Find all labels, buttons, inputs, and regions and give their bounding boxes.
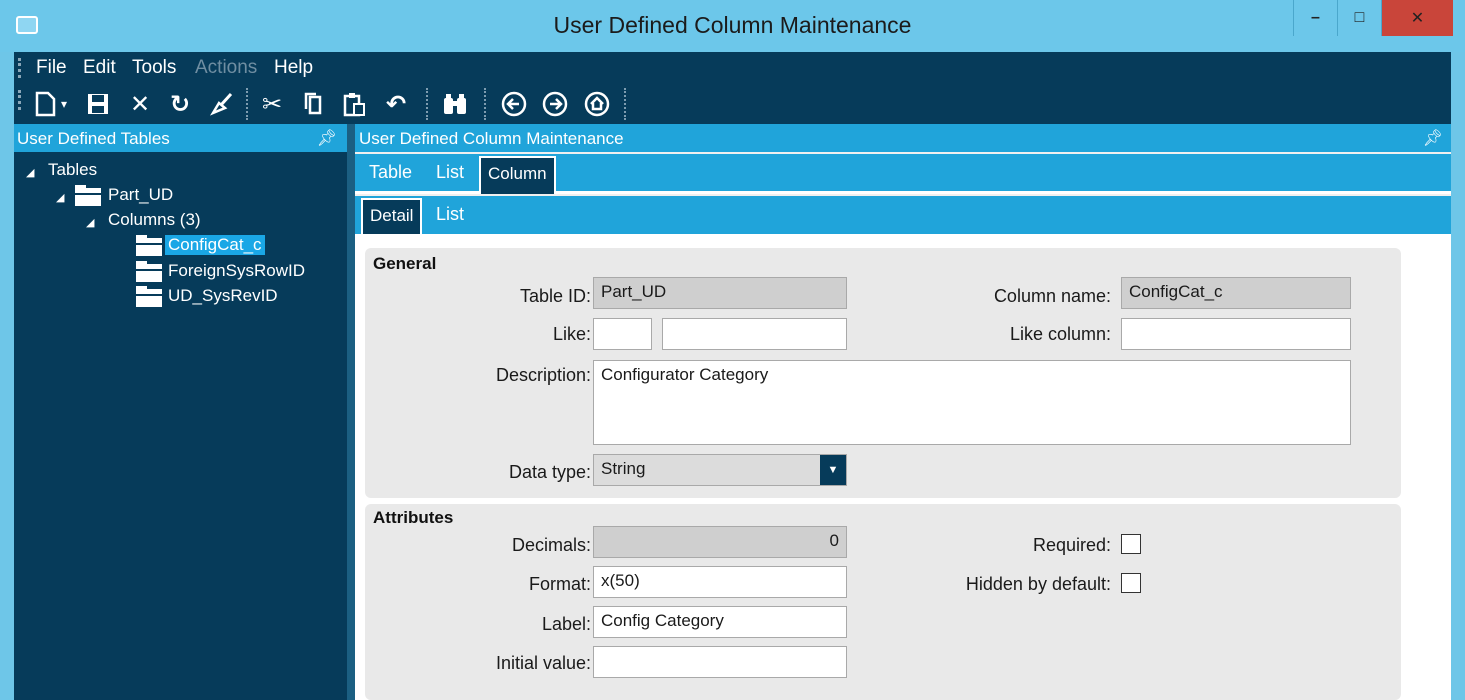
required-checkbox[interactable] (1121, 534, 1141, 554)
tree-node-tables[interactable]: Tables (48, 160, 97, 180)
panel-title: User Defined Column Maintenance (359, 129, 624, 148)
maximize-button[interactable]: □ (1337, 0, 1381, 36)
menu-actions: Actions (195, 57, 258, 78)
tab-detail[interactable]: Detail (361, 198, 423, 234)
toolbar-separator (624, 88, 626, 120)
table-id-field[interactable]: Part_UD (593, 277, 847, 309)
like-column-label: Like column: (1009, 324, 1111, 344)
delete-icon[interactable]: ✕ (126, 90, 154, 118)
data-type-combo[interactable]: String (593, 454, 847, 486)
attributes-group: Attributes Decimals: 0 Required: Format:… (365, 504, 1401, 700)
panel-title: User Defined Tables (17, 129, 170, 148)
forward-icon[interactable] (541, 90, 569, 118)
title-bar: User Defined Column Maintenance – □ ✕ (0, 0, 1465, 52)
hidden-label: Hidden by default: (965, 574, 1111, 594)
decimals-label: Decimals: (511, 535, 591, 555)
hidden-checkbox[interactable] (1121, 573, 1141, 593)
save-icon[interactable] (84, 90, 112, 118)
detail-content: General Table ID: Part_UD Column name: C… (355, 234, 1451, 700)
search-icon[interactable] (441, 90, 469, 118)
folder-icon (136, 286, 162, 307)
like-table-field[interactable] (593, 318, 652, 350)
paste-icon[interactable] (340, 90, 368, 118)
initial-value-field[interactable] (593, 646, 847, 678)
cut-icon[interactable]: ✂ (258, 90, 286, 118)
clear-icon[interactable] (208, 90, 236, 118)
toolbar-separator (246, 88, 248, 120)
window-title: User Defined Column Maintenance (553, 12, 912, 38)
description-label: Description: (495, 365, 591, 385)
close-button[interactable]: ✕ (1381, 0, 1453, 36)
data-type-label: Data type: (508, 462, 591, 482)
column-maintenance-panel: User Defined Column Maintenance 📌︎ Table… (355, 124, 1451, 700)
pin-icon[interactable]: 📌︎ (1423, 128, 1443, 148)
tab-list[interactable]: List (436, 162, 464, 183)
copy-icon[interactable] (300, 90, 328, 118)
table-id-label: Table ID: (519, 286, 591, 306)
toolbar-grip[interactable] (18, 90, 21, 110)
column-name-label: Column name: (993, 286, 1111, 306)
undo-icon[interactable]: ↶ (382, 90, 410, 118)
label-field[interactable]: Config Category (593, 606, 847, 638)
collapse-icon[interactable]: ◢ (86, 216, 94, 229)
menu-file[interactable]: File (36, 57, 67, 79)
refresh-icon[interactable]: ↻ (166, 90, 194, 118)
collapse-icon[interactable]: ◢ (56, 191, 64, 204)
tree-node-column[interactable]: UD_SysRevID (168, 286, 278, 306)
chevron-down-icon[interactable]: ▼ (820, 455, 846, 485)
user-defined-tables-panel: User Defined Tables 📌︎ ◢ Tables ◢ Part_U… (14, 124, 347, 700)
tree-node-column[interactable]: ForeignSysRowID (168, 261, 305, 281)
like-label: Like: (552, 324, 591, 344)
folder-icon (136, 261, 162, 282)
menu-help[interactable]: Help (274, 57, 313, 79)
pin-icon[interactable]: 📌︎ (317, 128, 337, 148)
toolbar-separator (484, 88, 486, 120)
tree-node-columns[interactable]: Columns (3) (108, 210, 201, 230)
label-label: Label: (541, 614, 591, 634)
format-label: Format: (528, 574, 591, 594)
description-field[interactable]: Configurator Category (593, 360, 1351, 445)
format-field[interactable]: x(50) (593, 566, 847, 598)
back-icon[interactable] (500, 90, 528, 118)
menu-edit[interactable]: Edit (83, 57, 116, 79)
like-column-field[interactable] (1121, 318, 1351, 350)
required-label: Required: (1032, 535, 1111, 555)
menu-grip[interactable] (18, 58, 21, 78)
sub-tab-strip: Detail List (355, 196, 1451, 234)
new-dropdown-icon[interactable]: ▾ (56, 90, 72, 118)
initial-value-label: Initial value: (495, 653, 591, 673)
menu-bar: File Edit Tools Actions Help (14, 52, 1451, 84)
group-title: General (373, 254, 437, 273)
like-field[interactable] (662, 318, 847, 350)
tree-node-table[interactable]: Part_UD (108, 185, 173, 205)
general-group: General Table ID: Part_UD Column name: C… (365, 248, 1401, 498)
toolbar: ▾ ✕ ↻ ✂ ↶ (14, 84, 1451, 124)
toolbar-separator (426, 88, 428, 120)
panel-header: User Defined Tables 📌︎ (14, 124, 347, 152)
decimals-field[interactable]: 0 (593, 526, 847, 558)
panel-splitter[interactable] (347, 124, 355, 700)
tree-node-column-selected[interactable]: ConfigCat_c (165, 235, 265, 255)
panel-header: User Defined Column Maintenance 📌︎ (355, 124, 1451, 152)
group-title: Attributes (373, 508, 454, 527)
folder-icon (136, 235, 162, 256)
home-icon[interactable] (583, 90, 611, 118)
tab-table[interactable]: Table (369, 162, 412, 183)
menu-tools[interactable]: Tools (132, 57, 176, 79)
main-tab-strip: Table List Column (355, 154, 1451, 194)
minimize-button[interactable]: – (1293, 0, 1337, 36)
tab-list[interactable]: List (436, 204, 464, 225)
column-name-field[interactable]: ConfigCat_c (1121, 277, 1351, 309)
tab-column[interactable]: Column (479, 156, 556, 194)
collapse-icon[interactable]: ◢ (26, 166, 34, 179)
folder-icon (75, 185, 101, 206)
